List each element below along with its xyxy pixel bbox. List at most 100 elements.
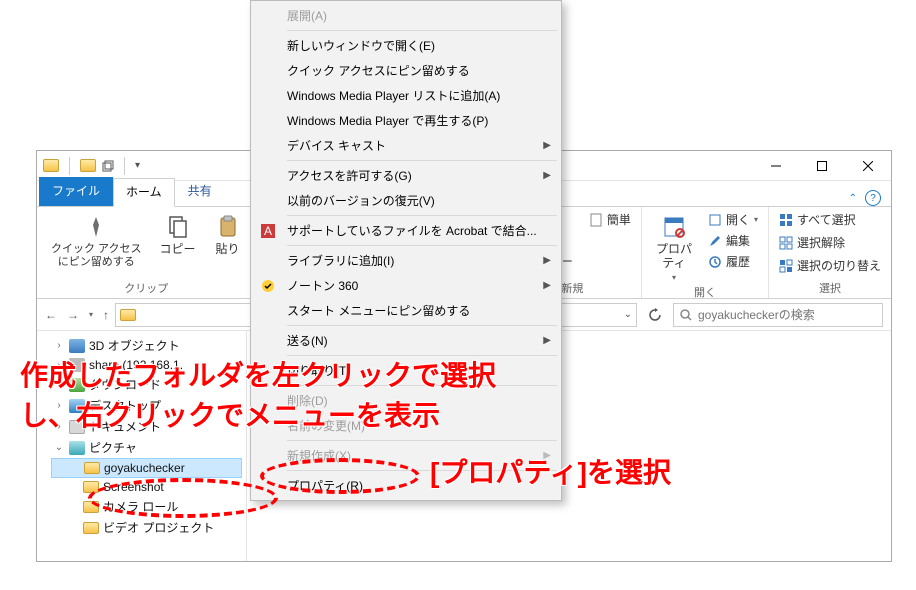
- open-button[interactable]: 開く ▾: [708, 211, 758, 228]
- submenu-arrow-icon: ▶: [543, 170, 551, 181]
- svg-text:A: A: [264, 224, 272, 238]
- paste-icon: [214, 213, 242, 241]
- select-none-icon: [779, 236, 793, 250]
- label: goyakuchecker: [104, 461, 185, 475]
- label: クイック アクセス にピン留めする: [51, 243, 142, 268]
- label: 選択解除: [797, 234, 845, 251]
- expand-icon[interactable]: ⌄: [53, 442, 65, 453]
- qat-overflow[interactable]: ▾: [135, 160, 140, 171]
- label: 貼り: [216, 243, 240, 257]
- annotation-circle-properties: [260, 458, 420, 494]
- separator: [69, 157, 70, 175]
- properties-icon: [660, 213, 688, 241]
- tab-home[interactable]: ホーム: [113, 178, 175, 207]
- select-none-button[interactable]: 選択解除: [779, 234, 881, 251]
- history-button[interactable]: 履歴: [708, 253, 758, 270]
- copy-button[interactable]: コピー: [156, 211, 200, 259]
- tree-pictures[interactable]: ⌄ ピクチャ: [51, 437, 242, 458]
- label: ピクチャ: [89, 439, 137, 456]
- ctx-open-new-window[interactable]: 新しいウィンドウで開く(E): [253, 33, 559, 58]
- invert-selection-icon: [779, 259, 793, 273]
- nav-arrows: ← → ▾ ↑: [45, 308, 109, 322]
- submenu-arrow-icon: ▶: [543, 255, 551, 266]
- separator: [287, 30, 557, 31]
- label: 以前のバージョンの復元(V): [287, 192, 435, 209]
- pin-quick-access-button[interactable]: クイック アクセス にピン留めする: [47, 211, 146, 270]
- nav-up-button[interactable]: ↑: [103, 308, 109, 322]
- separator: [124, 157, 125, 175]
- ctx-device-cast[interactable]: デバイス キャスト▶: [253, 133, 559, 158]
- separator: [287, 160, 557, 161]
- tab-file[interactable]: ファイル: [39, 177, 113, 206]
- chevron-down-icon: ▾: [672, 273, 676, 282]
- label: すべて選択: [797, 211, 856, 228]
- ctx-wmp-play[interactable]: Windows Media Player で再生する(P): [253, 108, 559, 133]
- search-box[interactable]: [673, 303, 883, 327]
- annotation-circle-folder: [88, 478, 278, 518]
- tree-video-project[interactable]: ビデオ プロジェクト: [51, 517, 242, 538]
- ribbon-group-clipboard: クイック アクセス にピン留めする コピー 貼り: [37, 207, 257, 298]
- properties-button[interactable]: プロパ ティ ▾: [652, 211, 696, 284]
- label: 簡単: [607, 211, 631, 228]
- ctx-wmp-list[interactable]: Windows Media Player リストに追加(A): [253, 83, 559, 108]
- ribbon-group-select: すべて選択 選択解除 選択の切り替え 選択: [769, 207, 891, 298]
- ctx-expand[interactable]: 展開(A): [253, 3, 559, 28]
- titlebar-icons: ▾: [43, 157, 140, 175]
- folder-icon: [43, 159, 59, 172]
- ribbon-collapse-help: ⌃ ?: [849, 190, 881, 206]
- label: サポートしているファイルを Acrobat で結合...: [287, 222, 537, 239]
- folder-icon: [83, 522, 99, 534]
- norton-icon: [259, 277, 277, 295]
- group-label: クリップ: [47, 280, 246, 296]
- minimize-button[interactable]: [753, 151, 799, 181]
- ribbon-collapse-icon[interactable]: ⌃: [849, 193, 857, 204]
- submenu-arrow-icon: ▶: [543, 280, 551, 291]
- ctx-pin-quick[interactable]: クイック アクセスにピン留めする: [253, 58, 559, 83]
- ribbon-group-open: プロパ ティ ▾ 開く ▾ 編集: [642, 207, 769, 298]
- search-input[interactable]: [698, 308, 876, 322]
- label: スタート メニューにピン留めする: [287, 302, 470, 319]
- ctx-grant-access[interactable]: アクセスを許可する(G)▶: [253, 163, 559, 188]
- group-label: 開く: [652, 284, 758, 300]
- label: ノートン 360: [287, 277, 358, 294]
- invert-selection-button[interactable]: 選択の切り替え: [779, 257, 881, 274]
- nav-back-button[interactable]: ←: [45, 308, 57, 322]
- close-button[interactable]: [845, 151, 891, 181]
- label: 編集: [726, 232, 750, 249]
- pictures-icon: [69, 441, 85, 455]
- threed-objects-icon: [69, 339, 85, 353]
- select-all-icon: [779, 213, 793, 227]
- tree-goyakuchecker[interactable]: goyakuchecker: [51, 458, 242, 478]
- label: ビデオ プロジェクト: [103, 519, 214, 536]
- restore-down-icon[interactable]: [102, 160, 114, 172]
- label: Windows Media Player リストに追加(A): [287, 87, 500, 104]
- separator: [287, 440, 557, 441]
- select-all-button[interactable]: すべて選択: [779, 211, 881, 228]
- label: 開く: [726, 211, 750, 228]
- ctx-restore-versions[interactable]: 以前のバージョンの復元(V): [253, 188, 559, 213]
- label: 新しいウィンドウで開く(E): [287, 37, 435, 54]
- tab-share[interactable]: 共有: [175, 177, 225, 206]
- group-label: 選択: [779, 280, 881, 296]
- help-icon[interactable]: ?: [865, 190, 881, 206]
- ctx-acrobat-combine[interactable]: A サポートしているファイルを Acrobat で結合...: [253, 218, 559, 243]
- maximize-button[interactable]: [799, 151, 845, 181]
- chevron-down-icon: ▾: [754, 215, 758, 224]
- nav-forward-button[interactable]: →: [67, 308, 79, 322]
- paste-button[interactable]: 貼り: [210, 211, 246, 259]
- refresh-button[interactable]: [643, 303, 667, 327]
- open-icon: [708, 213, 722, 227]
- new-item-easy[interactable]: 簡単: [589, 211, 631, 228]
- ctx-pin-start[interactable]: スタート メニューにピン留めする: [253, 298, 559, 323]
- folder-icon: [120, 309, 136, 321]
- separator: [287, 325, 557, 326]
- chevron-down-icon[interactable]: ⌄: [624, 309, 632, 320]
- tree-3d-objects[interactable]: › 3D オブジェクト: [51, 335, 242, 356]
- ctx-library-add[interactable]: ライブラリに追加(I) ▶: [253, 248, 559, 273]
- edit-button[interactable]: 編集: [708, 232, 758, 249]
- label: ライブラリに追加(I): [287, 252, 394, 269]
- nav-history-button[interactable]: ▾: [89, 310, 93, 319]
- ctx-send-to[interactable]: 送る(N)▶: [253, 328, 559, 353]
- expand-icon[interactable]: ›: [53, 340, 65, 351]
- ctx-norton[interactable]: ノートン 360 ▶: [253, 273, 559, 298]
